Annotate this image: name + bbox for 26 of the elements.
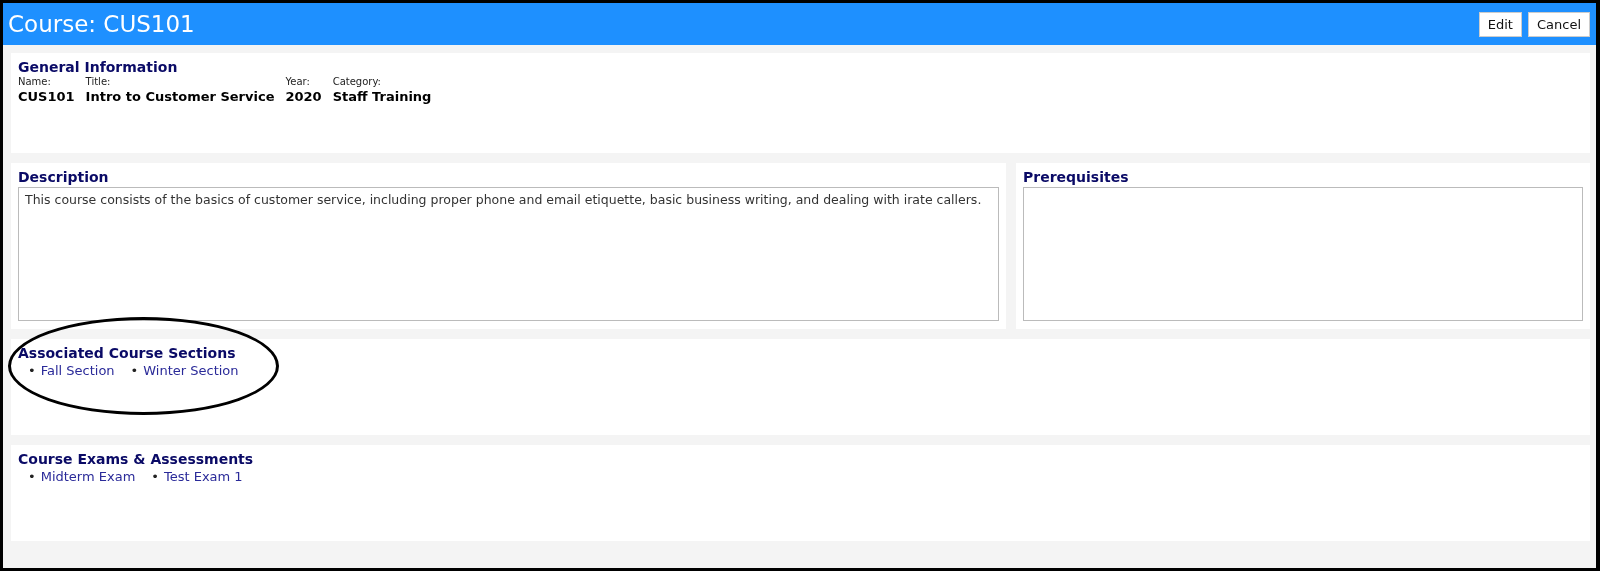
field-value: CUS101 xyxy=(18,89,75,104)
page-title: Course: CUS101 xyxy=(8,11,195,37)
header-button[interactable]: Edit xyxy=(1478,11,1522,37)
item-link[interactable]: Midterm Exam xyxy=(40,469,136,484)
field-label: Title: xyxy=(85,76,112,87)
section-heading: General Information xyxy=(18,59,179,75)
field-value: Staff Training xyxy=(332,89,432,104)
field-label: Category: xyxy=(332,76,382,87)
section-heading: Associated Course Sections xyxy=(18,345,237,361)
item-link[interactable]: Test Exam 1 xyxy=(163,469,243,484)
field-label: Year: xyxy=(285,76,311,87)
header-button[interactable]: Cancel xyxy=(1527,11,1590,37)
field-value: Intro to Customer Service xyxy=(85,89,275,104)
section-heading: Course Exams & Assessments xyxy=(18,451,255,467)
field-label: Name: xyxy=(18,76,52,87)
item-link[interactable]: Fall Section xyxy=(40,363,115,378)
bullet: • xyxy=(130,363,139,378)
item-link[interactable]: Winter Section xyxy=(143,363,239,378)
description-field[interactable]: This course consists of the basics of customer service, including proper phone and email etiquette, basic business writing, and dealing with irate callers. xyxy=(18,187,999,321)
section-heading: Description xyxy=(18,169,110,185)
bullet: • xyxy=(28,469,36,484)
section-heading: Prerequisites xyxy=(1023,169,1130,185)
bullet: • xyxy=(151,469,159,484)
bullet: • xyxy=(28,363,36,378)
field-value: 2020 xyxy=(285,89,322,104)
prerequisites-field[interactable] xyxy=(1023,187,1583,321)
